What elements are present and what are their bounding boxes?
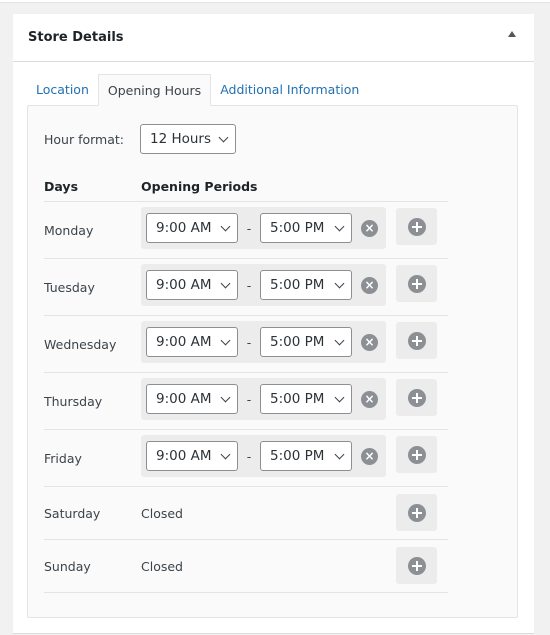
day-label: Sunday (44, 558, 91, 574)
add-period-button[interactable] (396, 379, 437, 416)
collapse-arrow-icon[interactable] (508, 31, 516, 37)
open-time-value: 9:00 AM (156, 277, 212, 293)
hour-format-value: 12 Hours (150, 131, 212, 147)
remove-period-icon[interactable]: × (361, 220, 378, 237)
tab-opening-hours[interactable]: Opening Hours (97, 74, 212, 106)
open-time-value: 9:00 AM (156, 220, 212, 236)
add-period-button[interactable] (396, 494, 437, 531)
top-divider (0, 0, 550, 3)
close-time-select[interactable]: 5:00 PM (260, 327, 352, 357)
hour-format-select[interactable]: 12 Hours (140, 124, 237, 154)
open-time-select[interactable]: 9:00 AM (146, 213, 238, 243)
day-label: Wednesday (44, 336, 117, 352)
opening-hours-table: Days Opening Periods Monday 9:00 AM - 5:00 … (44, 172, 448, 593)
header-days: Days (44, 179, 79, 194)
table-row: Sunday Closed (44, 540, 448, 593)
opening-period: 9:00 AM - 5:00 PM × (141, 207, 386, 249)
chevron-down-icon (218, 132, 229, 143)
tab-location[interactable]: Location (27, 74, 98, 106)
open-time-select[interactable]: 9:00 AM (146, 327, 238, 357)
table-row: Friday 9:00 AM - 5:00 PM × (44, 430, 448, 487)
close-time-value: 5:00 PM (270, 391, 325, 407)
opening-hours-content: Hour format: 12 Hours Days Opening Perio… (27, 105, 518, 618)
table-row: Saturday Closed (44, 487, 448, 540)
tab-bar: Location Opening Hours Additional Inform… (27, 74, 368, 106)
separator: - (246, 277, 252, 293)
add-period-button[interactable] (396, 322, 437, 359)
close-time-value: 5:00 PM (270, 220, 325, 236)
closed-status: Closed (141, 505, 183, 521)
table-row: Tuesday 9:00 AM - 5:00 PM × (44, 259, 448, 316)
plus-circle-icon (408, 218, 426, 236)
chevron-down-icon (220, 221, 231, 232)
remove-period-icon[interactable]: × (361, 277, 378, 294)
plus-circle-icon (408, 504, 426, 522)
open-time-select[interactable]: 9:00 AM (146, 441, 238, 471)
open-time-value: 9:00 AM (156, 334, 212, 350)
remove-period-icon[interactable]: × (361, 448, 378, 465)
chevron-down-icon (220, 278, 231, 289)
tab-additional-information[interactable]: Additional Information (211, 74, 368, 106)
table-header: Days Opening Periods (44, 172, 448, 202)
table-row: Monday 9:00 AM - 5:00 PM × (44, 202, 448, 259)
day-label: Friday (44, 450, 82, 466)
plus-circle-icon (408, 557, 426, 575)
close-time-select[interactable]: 5:00 PM (260, 270, 352, 300)
add-period-button[interactable] (396, 547, 437, 584)
opening-period: 9:00 AM - 5:00 PM × (141, 435, 386, 477)
day-label: Saturday (44, 505, 101, 521)
day-label: Monday (44, 222, 94, 238)
chevron-down-icon (334, 335, 345, 346)
panel-header[interactable]: Store Details (13, 14, 534, 62)
close-time-select[interactable]: 5:00 PM (260, 441, 352, 471)
chevron-down-icon (334, 392, 345, 403)
store-details-panel: Store Details Location Opening Hours Add… (13, 14, 534, 634)
table-row: Thursday 9:00 AM - 5:00 PM × (44, 373, 448, 430)
close-time-select[interactable]: 5:00 PM (260, 213, 352, 243)
chevron-down-icon (220, 449, 231, 460)
remove-period-icon[interactable]: × (361, 334, 378, 351)
add-period-button[interactable] (396, 436, 437, 473)
chevron-down-icon (334, 449, 345, 460)
open-time-value: 9:00 AM (156, 448, 212, 464)
chevron-down-icon (334, 221, 345, 232)
separator: - (246, 448, 252, 464)
open-time-select[interactable]: 9:00 AM (146, 270, 238, 300)
chevron-down-icon (220, 392, 231, 403)
day-label: Tuesday (44, 279, 95, 295)
separator: - (246, 334, 252, 350)
separator: - (246, 391, 252, 407)
chevron-down-icon (220, 335, 231, 346)
close-time-value: 5:00 PM (270, 277, 325, 293)
plus-circle-icon (408, 389, 426, 407)
chevron-down-icon (334, 278, 345, 289)
header-opening-periods: Opening Periods (141, 179, 258, 194)
hour-format-label: Hour format: (44, 131, 124, 147)
open-time-select[interactable]: 9:00 AM (146, 384, 238, 414)
open-time-value: 9:00 AM (156, 391, 212, 407)
opening-period: 9:00 AM - 5:00 PM × (141, 321, 386, 363)
panel-title: Store Details (28, 30, 124, 45)
add-period-button[interactable] (396, 208, 437, 245)
day-label: Thursday (44, 393, 103, 409)
add-period-button[interactable] (396, 265, 437, 302)
plus-circle-icon (408, 275, 426, 293)
opening-period: 9:00 AM - 5:00 PM × (141, 378, 386, 420)
close-time-value: 5:00 PM (270, 448, 325, 464)
separator: - (246, 220, 252, 236)
close-time-select[interactable]: 5:00 PM (260, 384, 352, 414)
plus-circle-icon (408, 446, 426, 464)
remove-period-icon[interactable]: × (361, 391, 378, 408)
closed-status: Closed (141, 558, 183, 574)
close-time-value: 5:00 PM (270, 334, 325, 350)
plus-circle-icon (408, 332, 426, 350)
opening-period: 9:00 AM - 5:00 PM × (141, 264, 386, 306)
table-row: Wednesday 9:00 AM - 5:00 PM × (44, 316, 448, 373)
